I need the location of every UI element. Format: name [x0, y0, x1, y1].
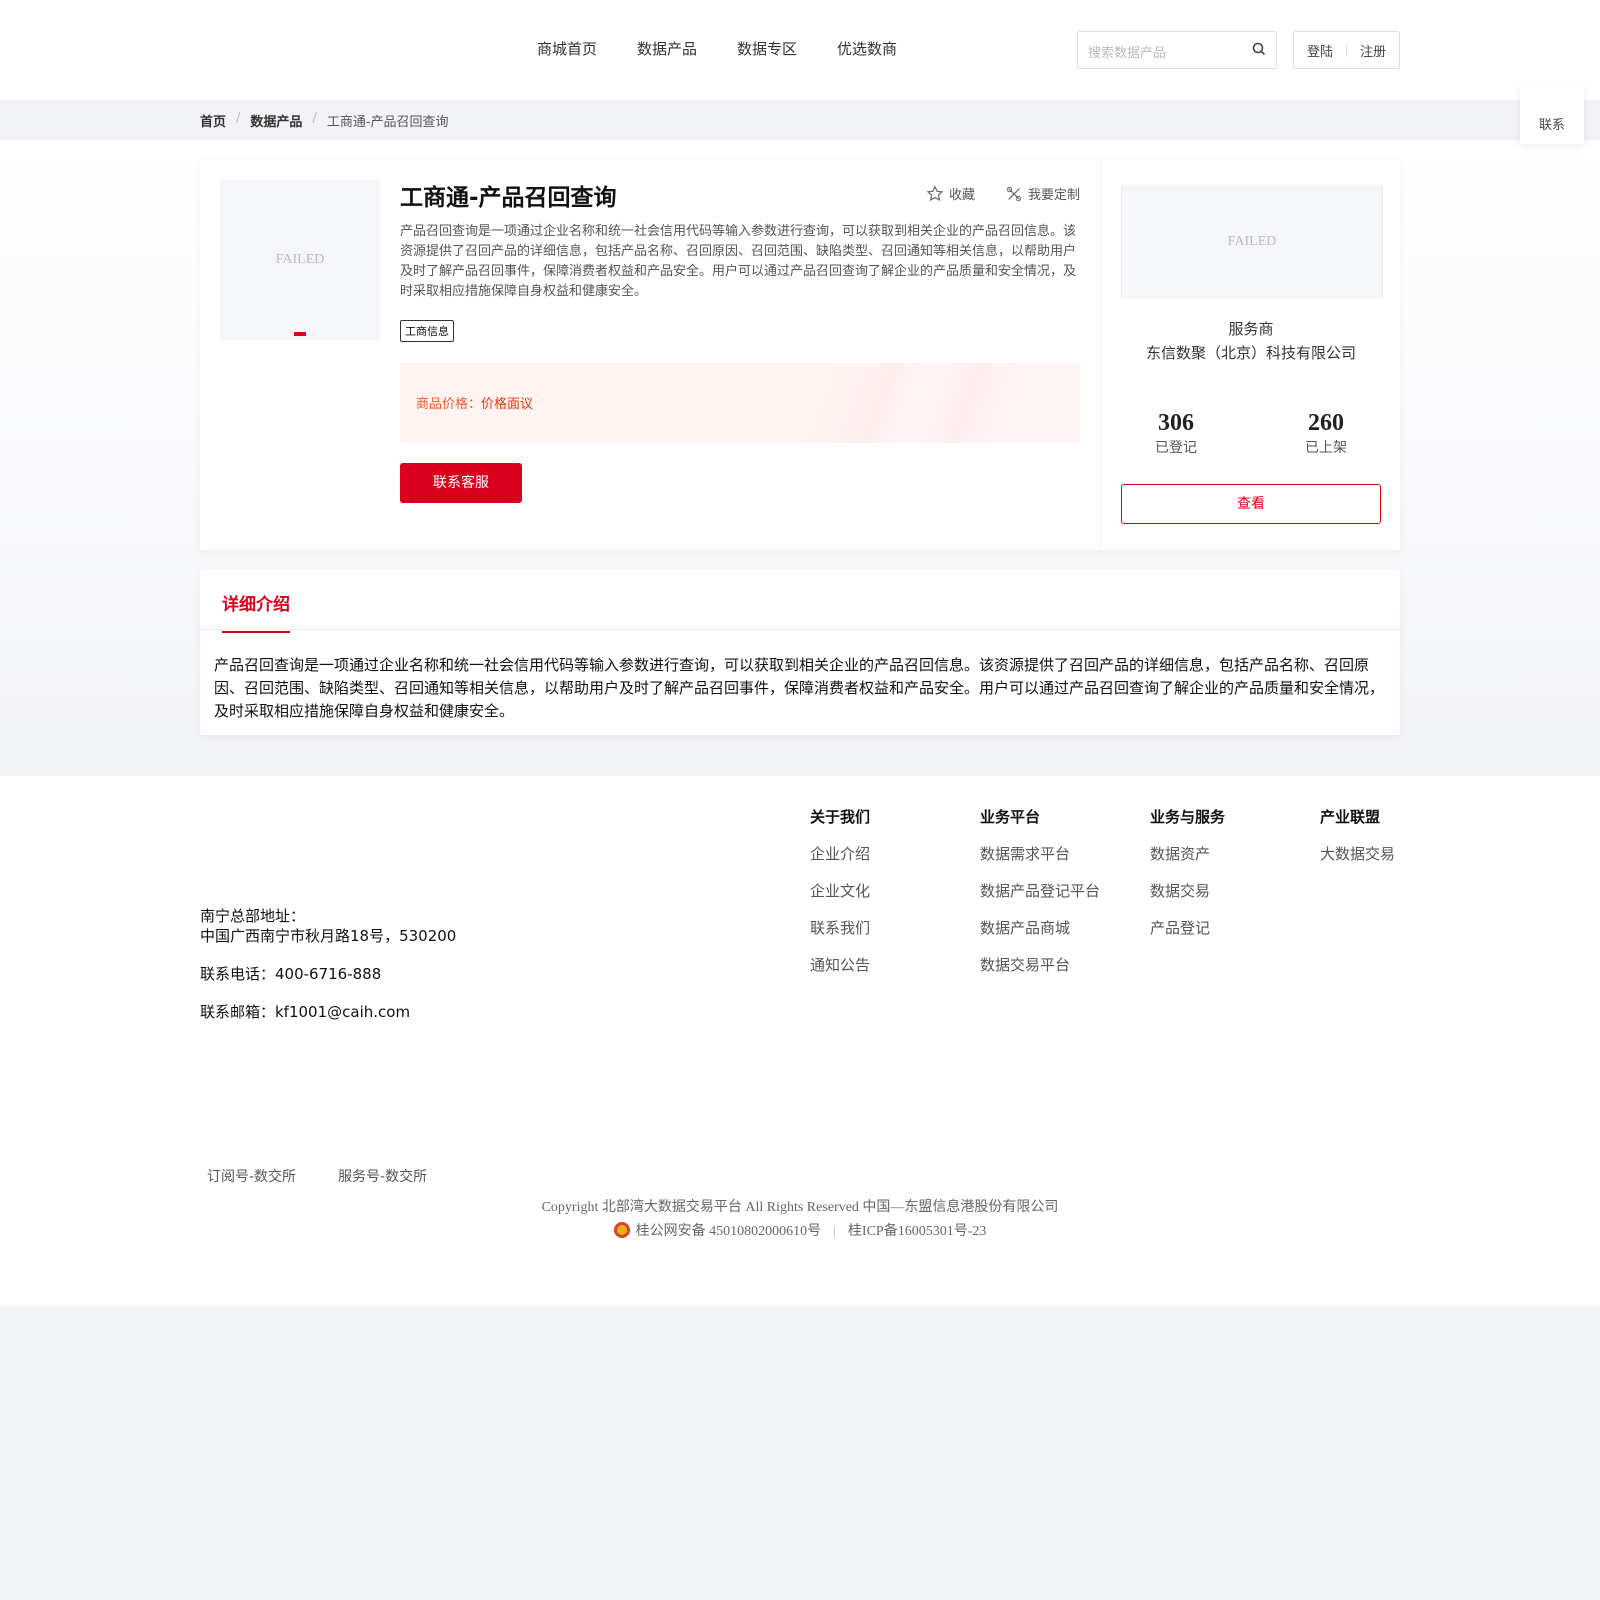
subscription-links: 订阅号-数交所 服务号-数交所 [207, 1166, 427, 1186]
search-input[interactable]: 搜索数据产品 [1077, 31, 1277, 69]
product-image: FAILED [220, 180, 380, 340]
star-icon [926, 184, 944, 201]
breadcrumb-current: 工商通-产品召回查询 [326, 115, 449, 130]
float-contact-label: 联系 [1538, 118, 1565, 133]
nav-data-products[interactable]: 数据产品 [637, 38, 697, 59]
login-button[interactable]: 登陆 [1294, 41, 1346, 60]
footer-column-alliance: 产业联盟 大数据交易 [1320, 806, 1395, 880]
customize-button[interactable]: 我要定制 [1005, 184, 1080, 203]
column-title: 业务与服务 [1150, 808, 1226, 826]
email: 联系邮箱：kf1001@caih.com [200, 1003, 411, 1021]
divider [200, 629, 1400, 630]
price-box: 商品价格：价格面议 [400, 363, 1080, 443]
price-label: 商品价格： [416, 397, 482, 412]
footer-column-about: 关于我们 企业介绍 企业文化 联系我们 通知公告 [810, 806, 870, 991]
nav-data-zone[interactable]: 数据专区 [737, 38, 797, 59]
search-placeholder: 搜索数据产品 [1088, 46, 1167, 61]
nav-vendors[interactable]: 优选数商 [837, 38, 897, 59]
stat-listed: 260 已上架 [1266, 410, 1386, 457]
breadcrumb-home[interactable]: 首页 [200, 111, 226, 130]
footer-contact: 南宁总部地址： 中国广西南宁市秋月路18号，530200 联系电话：400-671… [200, 906, 456, 1040]
service-account[interactable]: 服务号-数交所 [338, 1166, 427, 1186]
registered-count: 306 [1158, 410, 1194, 436]
detail-section: 详细介绍 产品召回查询是一项通过企业名称和统一社会信用代码等输入参数进行查询，可… [200, 570, 1400, 735]
carousel-dot[interactable] [294, 332, 306, 336]
copyright-text: Copyright 北部湾大数据交易平台 All Rights Reserved… [541, 1200, 1059, 1215]
product-actions: 收藏 我要定制 [926, 184, 1080, 203]
footer-link[interactable]: 企业文化 [810, 880, 870, 901]
address: 中国广西南宁市秋月路18号，530200 [200, 927, 457, 945]
provider-label: 服务商 [1228, 320, 1274, 338]
footer-link[interactable]: 数据资产 [1150, 843, 1225, 864]
separator: | [833, 1224, 836, 1239]
breadcrumb-products[interactable]: 数据产品 [250, 111, 302, 130]
product-card: FAILED 工商通-产品召回查询 收藏 我要定制 产品召回查询是一项通过企业名… [200, 160, 1400, 550]
breadcrumb: 首页 / 数据产品 / 工商通-产品召回查询 [200, 111, 449, 130]
subscription-account[interactable]: 订阅号-数交所 [207, 1166, 296, 1186]
product-description: 产品召回查询是一项通过企业名称和统一社会信用代码等输入参数进行查询，可以获取到相… [400, 224, 1077, 299]
price-value: 价格面议 [481, 397, 534, 412]
listed-label: 已上架 [1305, 440, 1347, 456]
tools-icon [1006, 186, 1022, 201]
footer-link[interactable]: 大数据交易 [1320, 843, 1395, 864]
provider-name: 东信数聚（北京）科技有限公司 [1145, 344, 1356, 362]
copyright: Copyright 北部湾大数据交易平台 All Rights Reserved… [0, 1196, 1600, 1244]
column-title: 关于我们 [810, 808, 871, 826]
view-provider-button[interactable]: 查看 [1121, 484, 1381, 524]
police-record[interactable]: 桂公网安备 45010802000610号 [636, 1224, 822, 1239]
footer-link[interactable]: 企业介绍 [810, 843, 870, 864]
listed-count: 260 [1308, 410, 1344, 436]
nav-home[interactable]: 商城首页 [537, 38, 597, 59]
contact-service-button[interactable]: 联系客服 [400, 463, 522, 503]
footer-link[interactable]: 数据产品登记平台 [980, 880, 1100, 901]
breadcrumb-separator: / [236, 111, 241, 126]
footer: 南宁总部地址： 中国广西南宁市秋月路18号，530200 联系电话：400-671… [0, 776, 1600, 1306]
stat-registered: 306 已登记 [1116, 410, 1236, 457]
main-nav: 商城首页 数据产品 数据专区 优选数商 [537, 38, 897, 59]
category-tag: 工商信息 [400, 320, 454, 342]
police-badge-icon [613, 1222, 630, 1238]
column-title: 产业联盟 [1320, 808, 1381, 826]
search-icon[interactable] [1252, 42, 1266, 56]
header: 商城首页 数据产品 数据专区 优选数商 搜索数据产品 登陆 注册 [0, 0, 1600, 100]
customize-label: 我要定制 [1027, 188, 1080, 203]
footer-link[interactable]: 数据需求平台 [980, 843, 1100, 864]
float-contact-button[interactable]: 联系 [1520, 86, 1584, 144]
footer-link[interactable]: 数据产品商城 [980, 917, 1100, 938]
provider-logo: FAILED [1121, 186, 1383, 298]
footer-column-services: 业务与服务 数据资产 数据交易 产品登记 [1150, 806, 1225, 954]
favorite-button[interactable]: 收藏 [926, 184, 975, 203]
provider-panel: FAILED 服务商 东信数聚（北京）科技有限公司 306 已登记 260 已上架 … [1100, 160, 1400, 550]
tab-detail[interactable]: 详细介绍 [222, 590, 290, 633]
registered-label: 已登记 [1155, 440, 1197, 456]
address-label: 南宁总部地址： [200, 907, 306, 925]
footer-link[interactable]: 通知公告 [810, 954, 870, 975]
image-alt: FAILED [275, 252, 325, 267]
favorite-label: 收藏 [948, 188, 975, 203]
register-button[interactable]: 注册 [1347, 41, 1399, 60]
icp-record[interactable]: 桂ICP备16005301号-23 [848, 1224, 986, 1239]
breadcrumb-separator: / [312, 111, 317, 126]
detail-text: 产品召回查询是一项通过企业名称和统一社会信用代码等输入参数进行查询，可以获取到相… [214, 656, 1385, 720]
footer-link[interactable]: 数据交易平台 [980, 954, 1100, 975]
column-title: 业务平台 [980, 808, 1041, 826]
footer-link[interactable]: 数据交易 [1150, 880, 1225, 901]
auth-group: 登陆 注册 [1293, 31, 1400, 69]
phone: 联系电话：400-6716-888 [200, 965, 382, 983]
footer-column-platform: 业务平台 数据需求平台 数据产品登记平台 数据产品商城 数据交易平台 [980, 806, 1100, 991]
product-title: 工商通-产品召回查询 [400, 185, 617, 211]
footer-link[interactable]: 联系我们 [810, 917, 870, 938]
footer-link[interactable]: 产品登记 [1150, 917, 1225, 938]
